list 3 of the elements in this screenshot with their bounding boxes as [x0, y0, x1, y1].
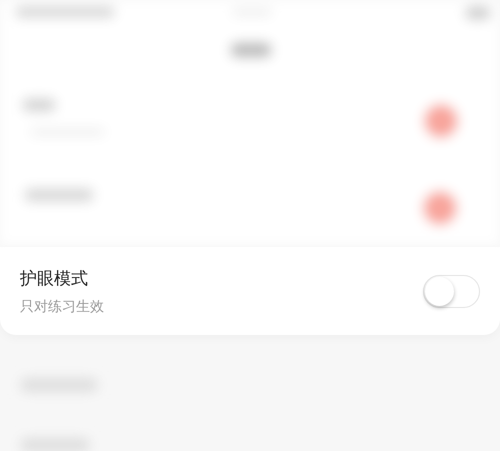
setting-title: 护眼模式 — [20, 268, 89, 290]
setting-subtitle: 只对练习生效 — [20, 298, 104, 316]
toggle-switch[interactable] — [423, 274, 480, 308]
